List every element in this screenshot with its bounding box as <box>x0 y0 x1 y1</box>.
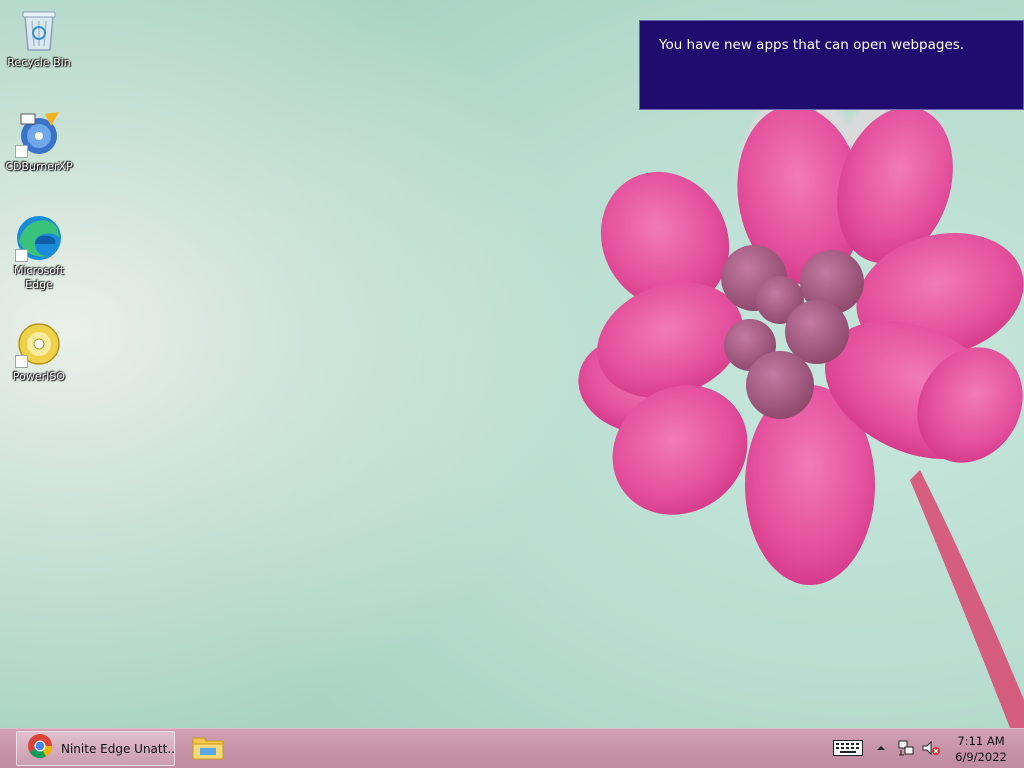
desktop-icon-label: Microsoft Edge <box>13 264 65 291</box>
poweriso-icon <box>15 320 63 368</box>
taskbar-button-file-explorer[interactable] <box>188 731 228 766</box>
flower-wallpaper <box>578 100 1024 728</box>
chrome-icon <box>27 733 53 764</box>
taskbar-button-ninite[interactable]: Ninite Edge Unatt... <box>16 731 175 766</box>
default-apps-notification[interactable]: You have new apps that can open webpages… <box>639 20 1024 110</box>
recycle-bin-icon <box>15 6 63 54</box>
file-explorer-icon <box>192 732 224 765</box>
desktop-icon-microsoft-edge[interactable]: Microsoft Edge <box>1 214 77 292</box>
volume-muted-icon[interactable] <box>920 738 942 758</box>
shortcut-arrow-icon <box>15 249 28 262</box>
desktop-icon-label: PowerISO <box>12 370 66 383</box>
taskbar: Ninite Edge Unatt... 7:11 AM 6/9/2022 <box>0 728 1024 768</box>
desktop-icon-cdburnerxp[interactable]: CDBurnerXP <box>1 110 77 174</box>
desktop-icon-label: CDBurnerXP <box>5 160 73 173</box>
desktop-icon-recycle-bin[interactable]: Recycle Bin <box>1 6 77 70</box>
shortcut-arrow-icon <box>15 145 28 158</box>
desktop-icon-poweriso[interactable]: PowerISO <box>1 320 77 384</box>
network-icon[interactable] <box>896 738 916 758</box>
cdburnerxp-icon <box>15 110 63 158</box>
edge-icon <box>15 214 63 262</box>
taskbar-button-label: Ninite Edge Unatt... <box>61 741 174 756</box>
notification-message: You have new apps that can open webpages… <box>659 37 965 53</box>
shortcut-arrow-icon <box>15 355 28 368</box>
chevron-up-icon[interactable] <box>874 741 888 755</box>
clock-time: 7:11 AM <box>957 734 1005 748</box>
system-clock[interactable]: 7:11 AM 6/9/2022 <box>950 733 1012 765</box>
desktop[interactable]: Recycle Bin CDBurnerXP Microsoft Edge Po… <box>0 0 1024 728</box>
clock-date: 6/9/2022 <box>955 750 1007 764</box>
keyboard-icon[interactable] <box>832 738 864 758</box>
desktop-icon-label: Recycle Bin <box>7 56 71 69</box>
